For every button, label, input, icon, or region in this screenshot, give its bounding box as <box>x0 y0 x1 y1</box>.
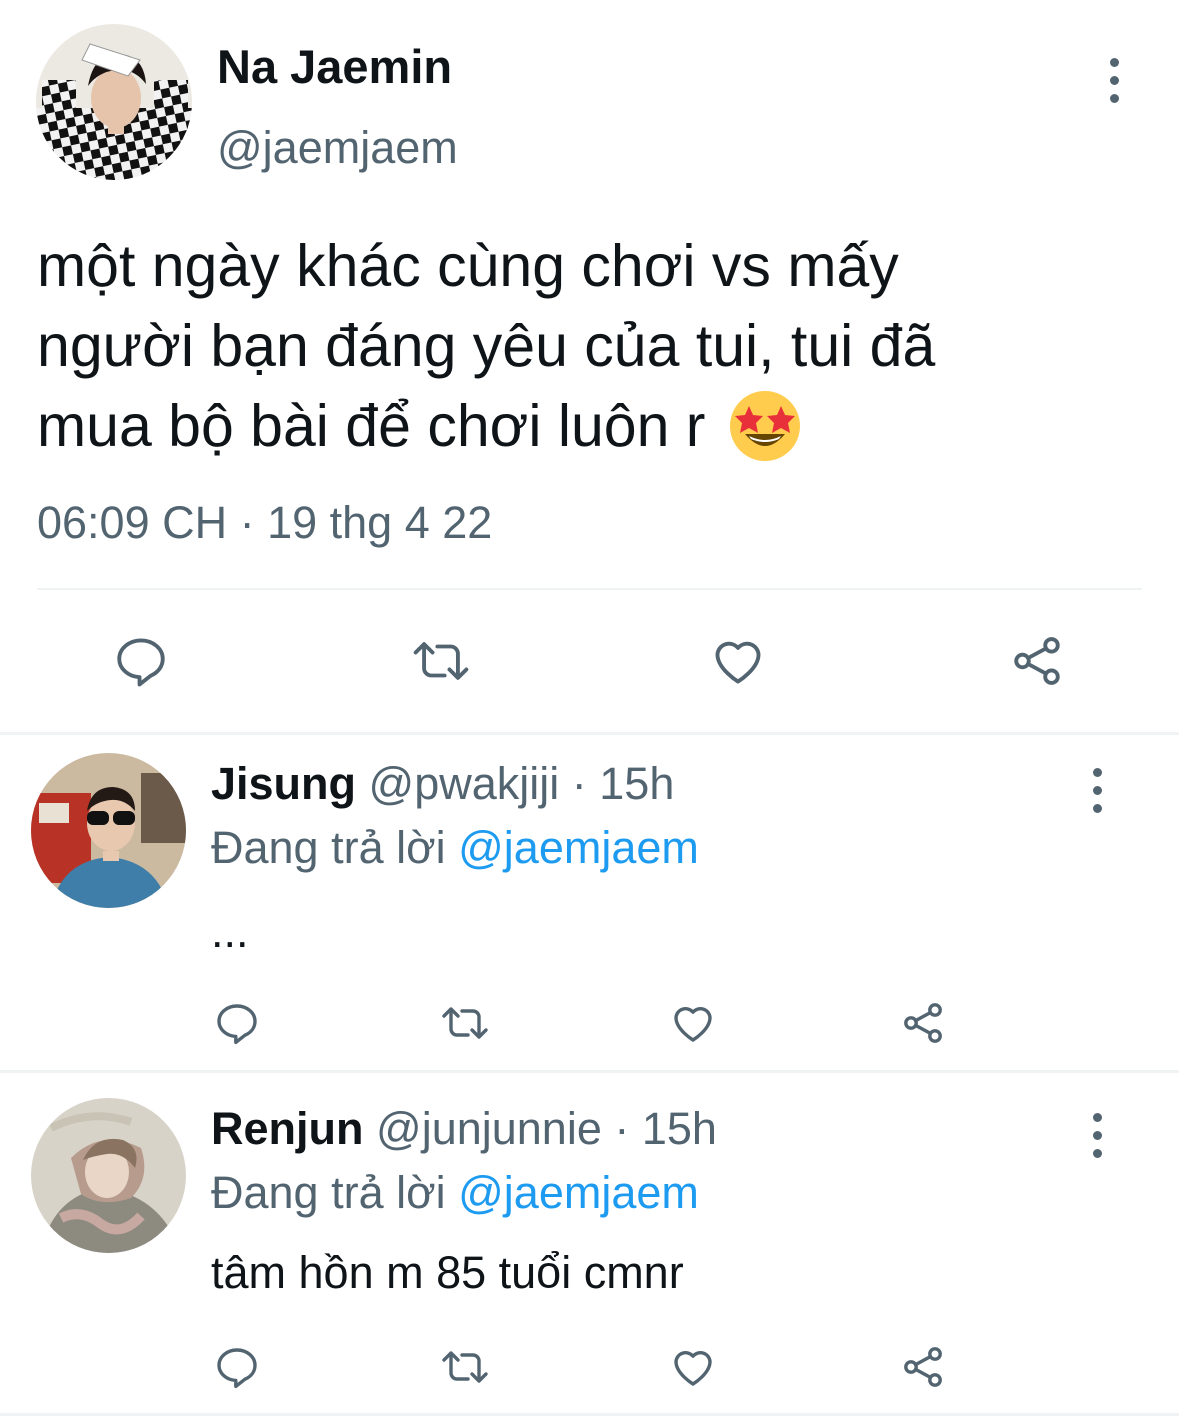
author-name[interactable]: Na Jaemin <box>217 40 452 94</box>
retweet-icon[interactable] <box>408 632 474 690</box>
share-icon[interactable] <box>899 1343 947 1391</box>
heart-icon[interactable] <box>669 999 717 1047</box>
more-vertical-icon[interactable] <box>1108 58 1120 103</box>
avatar[interactable] <box>31 753 186 908</box>
reply-time[interactable]: · 15h <box>572 758 675 809</box>
tweet-text: một ngày khác cùng chơi vs mấy người bạn… <box>37 226 1157 466</box>
tweet-text-line: mua bộ bài để chơi luôn r <box>37 393 706 459</box>
author-name[interactable]: Renjun <box>211 1103 364 1154</box>
avatar[interactable] <box>31 1098 186 1253</box>
reply-time[interactable]: · 15h <box>614 1103 717 1154</box>
reply-header: Renjun @junjunnie · 15h <box>211 1101 717 1157</box>
divider <box>0 1413 1179 1416</box>
retweet-icon[interactable] <box>438 1343 492 1391</box>
replying-to: Đang trả lời @jaemjaem <box>211 1165 699 1221</box>
avatar-image <box>31 753 186 908</box>
tweet-text-line: một ngày khác cùng chơi vs mấy <box>37 233 899 299</box>
avatar-image <box>31 1098 186 1253</box>
reply-icon[interactable] <box>213 999 261 1047</box>
timestamp[interactable]: 06:09 CH · 19 thg 4 22 <box>37 496 492 550</box>
replying-to: Đang trả lời @jaemjaem <box>211 820 699 876</box>
author-name[interactable]: Jisung <box>211 758 356 809</box>
divider <box>0 1070 1179 1073</box>
reply-text: tâm hồn m 85 tuổi cmnr <box>211 1247 684 1298</box>
heart-icon[interactable] <box>709 632 767 690</box>
mention-link[interactable]: @jaemjaem <box>458 822 699 873</box>
more-vertical-icon[interactable] <box>1091 768 1103 813</box>
replying-prefix: Đang trả lời <box>211 1167 446 1218</box>
more-vertical-icon[interactable] <box>1091 1113 1103 1158</box>
share-icon[interactable] <box>899 999 947 1047</box>
star-struck-emoji <box>730 391 801 461</box>
divider <box>0 732 1179 735</box>
author-handle[interactable]: @junjunnie <box>376 1103 602 1154</box>
retweet-icon[interactable] <box>438 999 492 1047</box>
divider <box>37 588 1142 590</box>
reply-header: Jisung @pwakjiji · 15h <box>211 756 674 812</box>
share-icon[interactable] <box>1008 632 1066 690</box>
reply-text: ... <box>211 906 249 957</box>
replying-prefix: Đang trả lời <box>211 822 446 873</box>
avatar[interactable] <box>36 24 192 180</box>
heart-icon[interactable] <box>669 1343 717 1391</box>
author-handle[interactable]: @jaemjaem <box>217 122 458 174</box>
reply-icon[interactable] <box>112 632 170 690</box>
avatar-image <box>36 24 192 180</box>
tweet-text-line: người bạn đáng yêu của tui, tui đã <box>37 313 936 379</box>
reply-icon[interactable] <box>213 1343 261 1391</box>
mention-link[interactable]: @jaemjaem <box>458 1167 699 1218</box>
author-handle[interactable]: @pwakjiji <box>369 758 560 809</box>
